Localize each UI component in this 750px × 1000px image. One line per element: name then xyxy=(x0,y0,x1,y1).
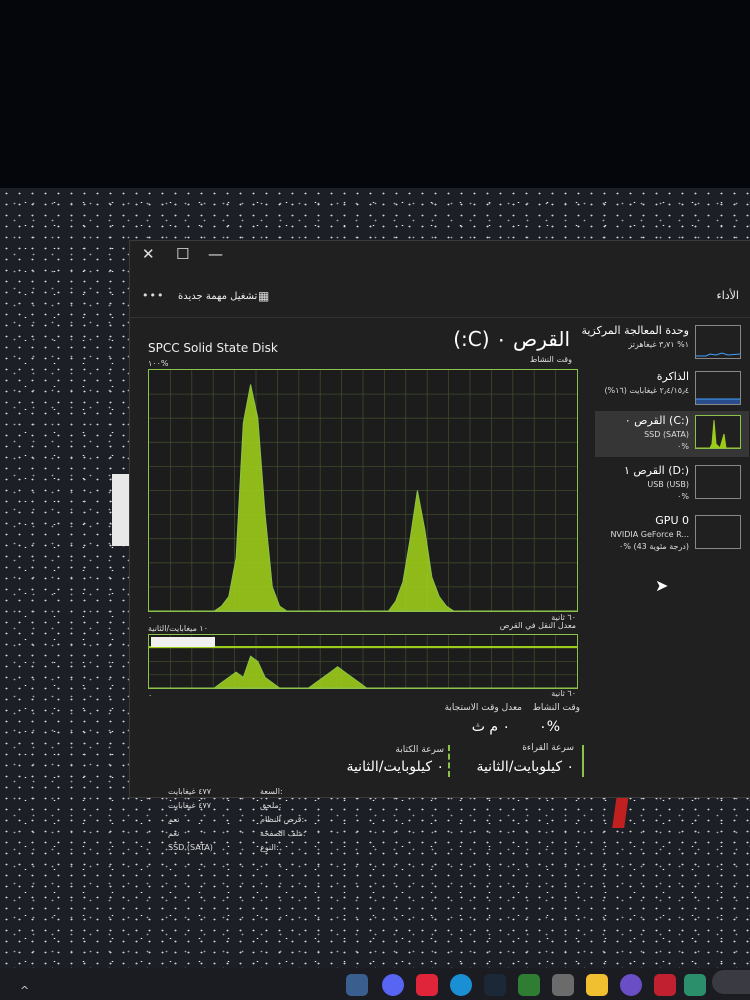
sidebar-item-cpu[interactable]: وحدة المعالجة المركزية ١% ٣٫٧١ غيغاهرتز xyxy=(581,321,749,367)
search-icon[interactable] xyxy=(712,970,750,994)
response-time-label: معدل وقت الاستجابة xyxy=(444,703,522,713)
close-button[interactable]: ✕ xyxy=(142,245,155,263)
sidebar-item-memory[interactable]: الذاكرة ٢٫٤/١٥٫٤ غيغابايت (١٦%) xyxy=(595,367,749,413)
sidebar-item-value: ٠% (43 درجة مئوية) xyxy=(619,542,689,551)
sidebar-item-disk-c[interactable]: القرص ٠ (C:) SSD (SATA) ٠% xyxy=(595,411,749,457)
page-title: الأداء xyxy=(716,289,739,302)
media-icon[interactable] xyxy=(518,974,540,996)
property-value: نعم xyxy=(168,815,180,824)
sidebar-item-sub: SSD (SATA) xyxy=(644,430,689,439)
title-bar: ✕ ☐ — xyxy=(130,241,750,271)
folder-icon[interactable] xyxy=(586,974,608,996)
minimize-button[interactable]: — xyxy=(208,245,223,263)
command-bar: ••• تشغيل مهمة جديدة ▦ الأداء xyxy=(130,277,750,318)
disk-model: SPCC Solid State Disk xyxy=(148,341,278,355)
memory-thumbnail xyxy=(695,371,741,405)
sidebar-item-sub: USB (USB) xyxy=(647,480,689,489)
activity-graph xyxy=(148,369,578,612)
notes-icon[interactable] xyxy=(552,974,574,996)
property-label: النوع: xyxy=(260,843,279,852)
more-icon[interactable]: ••• xyxy=(142,289,164,302)
task-manager-taskbar-icon[interactable] xyxy=(346,974,368,996)
new-task-button[interactable]: تشغيل مهمة جديدة xyxy=(178,291,257,302)
sidebar-item-value: ٠% xyxy=(677,492,689,501)
task-manager-window: ✕ ☐ — ••• تشغيل مهمة جديدة ▦ الأداء القر… xyxy=(129,240,750,852)
transfer-min: ٠ xyxy=(148,691,153,700)
discord-icon[interactable] xyxy=(382,974,404,996)
property-value: ٤٧٧ غيغابايت xyxy=(168,801,212,810)
performance-pane: القرص ٠ (C:) SPCC Solid State Disk وقت ا… xyxy=(130,321,590,852)
maximize-button[interactable]: ☐ xyxy=(176,245,189,263)
sidebar-item-name: القرص ٠ (C:) xyxy=(624,414,689,427)
active-time-value: ٠% xyxy=(539,719,560,735)
property-value: SSD (SATA) xyxy=(168,843,213,852)
transfer-label: معدل النقل في القرص xyxy=(499,621,576,630)
sidebar-item-sub: NVIDIA GeForce R... xyxy=(610,530,689,539)
sidebar-item-name: GPU 0 xyxy=(655,514,689,527)
activity-min: ٠ xyxy=(148,613,153,622)
read-speed-label: سرعة القراءة xyxy=(522,743,574,753)
disk-c-thumbnail xyxy=(695,415,741,449)
sticker xyxy=(112,474,130,546)
property-value: ٤٧٧ غيغابايت xyxy=(168,787,212,796)
disk-d-thumbnail xyxy=(695,465,741,499)
transfer-scale-marker xyxy=(151,637,215,647)
sidebar-item-name: الذاكرة xyxy=(656,370,689,383)
chevron-up-icon[interactable]: ^ xyxy=(20,984,29,997)
disk-title: القرص ٠ (C:) xyxy=(453,327,570,351)
property-value: نعم xyxy=(168,829,180,838)
edge-icon[interactable] xyxy=(450,974,472,996)
store-icon[interactable] xyxy=(684,974,706,996)
write-speed-value: ٠ كيلوبايت/الثانية xyxy=(346,759,444,775)
sidebar-item-name: القرص ١ (D:) xyxy=(623,464,689,477)
cpu-thumbnail xyxy=(695,325,741,359)
read-accent xyxy=(582,745,584,777)
steam-icon[interactable] xyxy=(484,974,506,996)
sidebar-item-sub: ٢٫٤/١٥٫٤ غيغابايت (١٦%) xyxy=(604,386,689,395)
property-label: قرص النظام: xyxy=(260,815,305,824)
office-icon[interactable] xyxy=(654,974,676,996)
sidebar-item-value: ٠% xyxy=(677,442,689,451)
property-label: ملف الصفحة: xyxy=(260,829,306,838)
response-time-value: ٠ م ث xyxy=(471,719,510,735)
property-label: ملحق: xyxy=(260,801,282,810)
activity-label: وقت النشاط xyxy=(529,355,572,364)
active-time-label: وقت النشاط xyxy=(532,703,580,713)
transfer-time: ٦٠ ثانية xyxy=(551,689,576,698)
write-speed-label: سرعة الكتابة xyxy=(395,745,444,755)
read-speed-value: ٠ كيلوبايت/الثانية xyxy=(476,759,574,775)
transfer-graph xyxy=(148,634,578,689)
sidebar-item-gpu[interactable]: GPU 0 NVIDIA GeForce R... ٠% (43 درجة مئ… xyxy=(595,511,749,557)
sidebar-item-sub: ١% ٣٫٧١ غيغاهرتز xyxy=(628,340,689,349)
activity-max: ١٠٠% xyxy=(148,359,169,368)
teams-icon[interactable] xyxy=(620,974,642,996)
property-label: السعة: xyxy=(260,787,283,796)
dark-backdrop xyxy=(0,0,750,188)
write-accent xyxy=(448,745,450,777)
gpu-thumbnail xyxy=(695,515,741,549)
sidebar-item-disk-d[interactable]: القرص ١ (D:) USB (USB) ٠% xyxy=(595,461,749,507)
new-task-icon[interactable]: ▦ xyxy=(258,289,269,303)
transfer-max: ١٠ ميغابايت/الثانية xyxy=(148,624,209,633)
sidebar-item-name: وحدة المعالجة المركزية xyxy=(581,324,689,337)
app-a-icon[interactable] xyxy=(416,974,438,996)
cursor-icon: ➤ xyxy=(655,576,669,595)
sidebar: وحدة المعالجة المركزية ١% ٣٫٧١ غيغاهرتز … xyxy=(581,321,750,797)
